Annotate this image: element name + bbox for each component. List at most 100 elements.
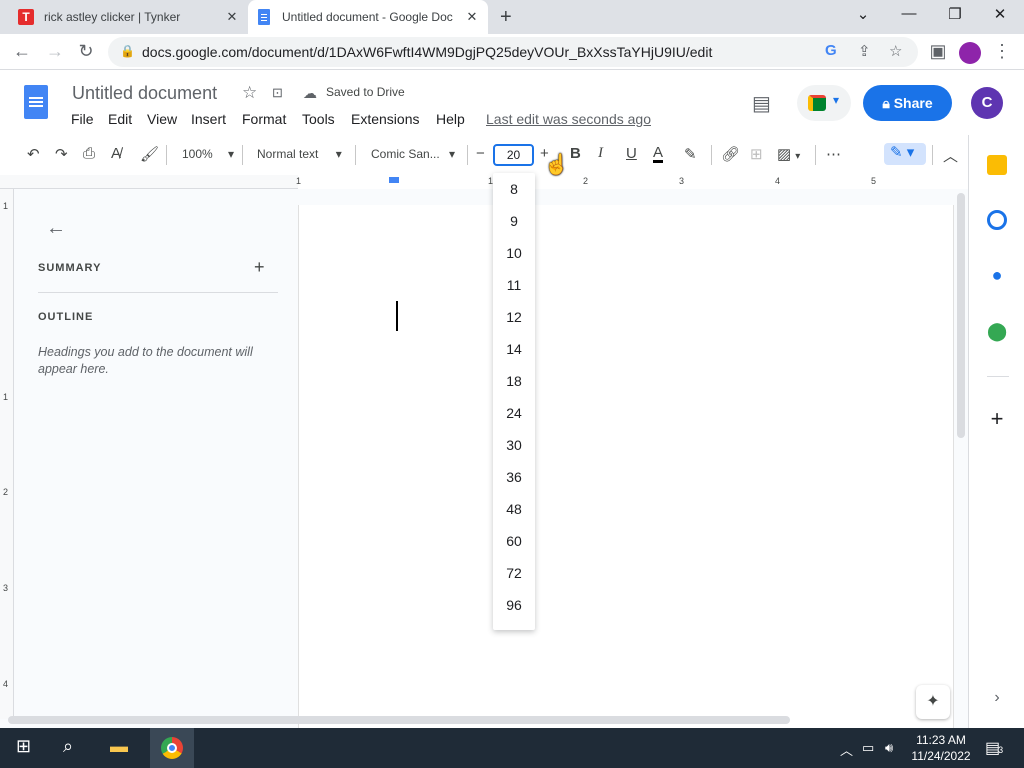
close-window-button[interactable]: ✕ xyxy=(985,5,1015,23)
document-title[interactable]: Untitled document xyxy=(72,83,217,104)
close-icon[interactable]: ✕ xyxy=(462,9,482,25)
font-size-option[interactable]: 9 xyxy=(493,213,535,229)
omnibox[interactable]: 🔒 docs.google.com/document/d/1DAxW6FwftI… xyxy=(108,37,918,67)
horizontal-scrollbar[interactable] xyxy=(8,716,790,724)
tab-google-docs[interactable]: Untitled document - Google Doc ✕ xyxy=(248,0,488,34)
side-panel-icon[interactable]: ▣ xyxy=(926,41,950,62)
google-icon[interactable]: G xyxy=(825,42,837,59)
font-size-option[interactable]: 60 xyxy=(493,533,535,549)
menu-tools[interactable]: Tools xyxy=(302,111,335,127)
redo-icon[interactable]: ↷ xyxy=(55,145,68,163)
url-text[interactable]: docs.google.com/document/d/1DAxW6FwftI4W… xyxy=(142,44,712,60)
account-avatar[interactable]: C xyxy=(971,87,1003,119)
menu-edit[interactable]: Edit xyxy=(108,111,132,127)
horizontal-ruler[interactable]: 1 1 2 3 4 5 xyxy=(0,175,968,189)
restore-button[interactable]: ❐ xyxy=(940,5,970,23)
style-select[interactable]: Normal text ▾ xyxy=(257,147,342,161)
docs-logo-icon[interactable] xyxy=(24,85,48,119)
comment-history-icon[interactable]: ▤ xyxy=(752,91,771,116)
font-size-option[interactable]: 8 xyxy=(493,181,535,197)
vertical-scrollbar[interactable] xyxy=(957,193,965,438)
search-icon[interactable]: ⌕ xyxy=(63,736,73,757)
explore-icon[interactable]: ✦ xyxy=(916,685,950,719)
font-size-option[interactable]: 10 xyxy=(493,245,535,261)
share-page-icon[interactable]: ⇪ xyxy=(858,42,871,60)
maps-icon[interactable]: ⬤ xyxy=(987,321,1007,341)
font-size-option[interactable]: 72 xyxy=(493,565,535,581)
bookmark-star-icon[interactable]: ☆ xyxy=(889,42,902,60)
last-edit-link[interactable]: Last edit was seconds ago xyxy=(486,111,651,127)
underline-icon[interactable]: U xyxy=(626,145,637,162)
highlight-icon[interactable]: ✎ xyxy=(684,145,697,163)
ruler-number: 3 xyxy=(3,583,9,593)
spellcheck-icon[interactable]: A̸ xyxy=(111,145,121,162)
chrome-menu-icon[interactable]: ⋮ xyxy=(990,41,1014,62)
undo-icon[interactable]: ↶ xyxy=(27,145,40,163)
share-button[interactable]: 🔒︎ Share xyxy=(863,85,952,121)
menu-help[interactable]: Help xyxy=(436,111,465,127)
hide-menus-icon[interactable]: ︿ xyxy=(943,145,958,166)
close-outline-arrow-icon[interactable]: ← xyxy=(46,217,66,240)
keep-icon[interactable] xyxy=(987,155,1007,175)
volume-icon[interactable]: 🔊︎ xyxy=(885,740,893,756)
font-size-option[interactable]: 18 xyxy=(493,373,535,389)
ruler-number: 1 xyxy=(3,201,9,211)
editing-mode-icon[interactable]: ✎ ▾ xyxy=(884,143,926,165)
font-select[interactable]: Comic San... ▾ xyxy=(371,147,455,161)
insert-image-icon[interactable]: ▨ ▾ xyxy=(777,145,800,163)
contacts-icon[interactable]: ● xyxy=(987,265,1007,285)
tab-tynker[interactable]: T rick astley clicker | Tynker ✕ xyxy=(8,0,248,34)
document-page[interactable] xyxy=(298,205,954,728)
get-addons-icon[interactable]: + xyxy=(987,408,1007,430)
more-options-icon[interactable]: ⋯ xyxy=(826,145,841,163)
indent-marker-icon[interactable] xyxy=(389,177,399,183)
font-size-option[interactable]: 48 xyxy=(493,501,535,517)
text-color-icon[interactable]: A xyxy=(653,145,664,163)
menu-format[interactable]: Format xyxy=(242,111,286,127)
menu-view[interactable]: View xyxy=(147,111,177,127)
italic-icon[interactable]: I xyxy=(598,145,603,162)
star-icon[interactable]: ☆ xyxy=(242,83,257,103)
reload-button[interactable]: ↻ xyxy=(74,41,98,62)
network-icon[interactable]: ▭ xyxy=(862,740,874,756)
font-size-option[interactable]: 36 xyxy=(493,469,535,485)
link-icon[interactable]: 🔗︎ xyxy=(721,145,740,163)
font-size-option[interactable]: 11 xyxy=(493,277,535,293)
chrome-taskbar-button[interactable] xyxy=(150,728,194,768)
menu-extensions[interactable]: Extensions xyxy=(351,111,419,127)
minimize-button[interactable]: — xyxy=(894,5,924,22)
lock-icon[interactable]: 🔒 xyxy=(120,44,135,58)
browser-profile-avatar[interactable] xyxy=(959,42,981,64)
menu-file[interactable]: File xyxy=(71,111,94,127)
add-comment-icon[interactable]: ⊞ xyxy=(750,145,763,163)
zoom-select[interactable]: 100% ▾ xyxy=(182,147,234,161)
vertical-ruler[interactable]: 1 1 2 3 4 xyxy=(0,189,14,719)
close-icon[interactable]: ✕ xyxy=(222,9,242,25)
tab-search-icon[interactable]: ⌄ xyxy=(848,5,878,23)
paint-format-icon[interactable]: 🖌︎ xyxy=(140,145,159,163)
add-summary-button[interactable]: + xyxy=(254,257,265,278)
font-size-option[interactable]: 24 xyxy=(493,405,535,421)
forward-button[interactable]: → xyxy=(43,41,67,62)
font-size-option[interactable]: 12 xyxy=(493,309,535,325)
font-size-input[interactable]: 20 xyxy=(493,144,534,166)
font-size-option[interactable]: 30 xyxy=(493,437,535,453)
notifications-icon[interactable]: ▤3 xyxy=(985,738,1003,758)
chevron-right-icon[interactable]: › xyxy=(987,689,1007,709)
bold-icon[interactable]: B xyxy=(570,145,581,162)
move-folder-icon[interactable]: ⊡ xyxy=(272,85,283,101)
font-size-option[interactable]: 96 xyxy=(493,597,535,613)
print-icon[interactable]: ⎙ xyxy=(83,145,95,162)
system-clock[interactable]: 11:23 AM 11/24/2022 xyxy=(906,732,976,764)
tasks-icon[interactable] xyxy=(987,210,1007,230)
windows-start-icon[interactable]: ⊞ xyxy=(16,736,31,757)
cloud-saved-icon[interactable]: ☁ xyxy=(303,85,317,102)
menu-insert[interactable]: Insert xyxy=(191,111,226,127)
font-size-option[interactable]: 14 xyxy=(493,341,535,357)
back-button[interactable]: ← xyxy=(10,41,34,62)
new-tab-button[interactable]: + xyxy=(500,6,512,29)
file-explorer-icon[interactable]: ▬ xyxy=(110,736,128,757)
decrease-font-size-button[interactable]: − xyxy=(476,145,485,162)
chevron-up-icon[interactable]: ︿ xyxy=(840,740,853,759)
meet-button[interactable]: ▾ xyxy=(797,85,851,121)
